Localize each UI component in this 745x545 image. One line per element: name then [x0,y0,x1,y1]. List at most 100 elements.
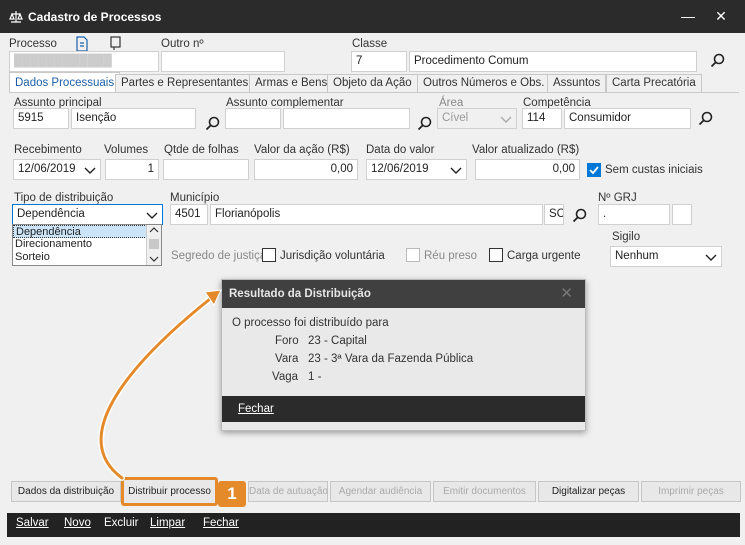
municipio-uf-input[interactable]: SC [544,204,564,225]
reu-preso-checkbox [406,248,420,262]
resultado-distribuicao-dialog: Resultado da Distribuição ✕ O processo f… [221,279,586,431]
qtde-folhas-label: Qtde de folhas [164,144,239,156]
window-title: Cadastro de Processos [28,10,162,24]
area-value: Cível [442,112,469,124]
classe-desc-input[interactable]: Procedimento Comum [409,51,697,72]
grj-input[interactable]: . [598,204,670,225]
municipio-label: Município [170,192,220,204]
sigilo-select[interactable]: Nenhum [610,246,722,267]
tab-armas-bens[interactable]: Armas e Bens [249,74,334,92]
option-sorteio[interactable]: Sorteio [13,251,161,264]
grj-digit-input[interactable] [672,204,692,225]
outro-numero-label: Outro nº [161,38,204,50]
area-select: Cível [437,108,517,129]
tab-objeto-acao[interactable]: Objeto da Ação [327,74,418,92]
valor-acao-label: Valor da ação (R$) [254,144,350,156]
fechar-button[interactable]: Fechar [203,517,239,529]
minimize-button[interactable]: — [677,6,699,26]
assunto-compl-search-icon[interactable] [417,116,433,132]
volumes-label: Volumes [104,144,149,156]
processo-input[interactable]: ████████████ [9,51,159,72]
vara-label: Vara [275,353,299,365]
dropdown-scrollbar[interactable] [146,225,161,265]
tab-partes[interactable]: Partes e Representantes [115,74,255,92]
scroll-thumb[interactable] [149,239,159,249]
jurisdicao-voluntaria-checkbox[interactable] [262,248,276,262]
sem-custas-checkbox[interactable] [587,163,601,177]
chevron-down-icon [146,212,158,219]
chevron-down-icon [149,256,159,262]
qtde-folhas-input[interactable] [163,159,249,180]
document-icon[interactable] [74,36,90,52]
valor-acao-input[interactable]: 0,00 [254,159,358,180]
excluir-button[interactable]: Excluir [104,517,139,529]
dados-distribuicao-button[interactable]: Dados da distribuição [11,481,121,502]
municipio-code-input[interactable]: 4501 [170,204,208,225]
classe-code-input[interactable]: 7 [351,51,407,72]
reu-preso-label: Réu preso [424,250,478,262]
dialog-footer: Fechar [222,396,585,422]
vaga-value: 1 - [308,371,322,383]
agendar-audiencia-button: Agendar audiência [330,481,431,502]
carga-urgente-label: Carga urgente [507,250,581,262]
step-callout-badge: 1 [218,481,246,507]
app-scales-icon [9,11,23,23]
close-window-button[interactable]: ✕ [710,6,732,26]
imprimir-pecas-button: Imprimir peças [641,481,741,502]
salvar-button[interactable]: Salvar [16,517,49,529]
tab-outros-numeros[interactable]: Outros Números e Obs. [417,74,551,92]
dialog-title: Resultado da Distribuição [222,280,585,308]
novo-button[interactable]: Novo [64,517,91,529]
segredo-justica-label: Segredo de justiça [171,250,267,262]
tipo-distribuicao-dropdown: Dependência Direcionamento Sorteio [12,224,162,266]
assunto-compl-code-input[interactable] [225,108,281,129]
classe-search-icon[interactable] [710,53,726,69]
tab-dados-processuais[interactable]: Dados Processuais [9,72,121,93]
dialog-close-icon[interactable]: ✕ [560,280,573,308]
assunto-compl-desc-input[interactable] [283,108,410,129]
vaga-label: Vaga [272,371,299,383]
chevron-down-icon [84,167,96,174]
chevron-down-icon [705,254,717,261]
outro-numero-input[interactable] [161,51,285,72]
processo-label: Processo [9,38,57,50]
chevron-down-icon [500,116,512,123]
tipo-distribuicao-label: Tipo de distribuição [14,192,114,204]
emitir-documentos-button: Emitir documentos [433,481,536,502]
note-icon[interactable] [108,35,124,51]
sigilo-value: Nenhum [615,250,659,262]
assunto-search-icon[interactable] [205,116,221,132]
option-dependencia[interactable]: Dependência [13,225,161,238]
carga-urgente-checkbox[interactable] [489,248,503,262]
assunto-code-input[interactable]: 5915 [13,108,69,129]
foro-value: 23 - Capital [308,335,367,347]
competencia-search-icon[interactable] [698,111,714,127]
municipio-search-icon[interactable] [572,208,588,224]
distribuir-processo-button[interactable]: Distribuir processo [121,477,218,506]
assunto-desc-input[interactable]: Isenção [71,108,196,129]
limpar-button[interactable]: Limpar [150,517,185,529]
competencia-desc-input[interactable]: Consumidor [564,108,691,129]
tab-carta-precatoria[interactable]: Carta Precatória [606,74,702,92]
data-valor-value: 12/06/2019 [371,163,429,175]
volumes-input[interactable]: 1 [105,159,159,180]
tab-assuntos[interactable]: Assuntos [547,74,607,92]
municipio-desc-input[interactable]: Florianópolis [210,204,543,225]
sem-custas-label: Sem custas iniciais [605,164,703,176]
option-direcionamento[interactable]: Direcionamento [13,238,161,251]
sigilo-label: Sigilo [612,231,641,243]
data-autuacao-button: Data de autuação [248,481,328,502]
bottom-toolbar: Salvar Novo Excluir Limpar Fechar [7,513,740,537]
dialog-fechar-button[interactable]: Fechar [238,403,274,415]
vara-value: 23 - 3ª Vara da Fazenda Pública [308,353,474,365]
competencia-code-input[interactable]: 114 [522,108,562,129]
tipo-distribuicao-value: Dependência [17,208,85,220]
grj-label: Nº GRJ [598,192,637,204]
foro-label: Foro [275,335,299,347]
recebimento-date-picker[interactable]: 12/06/2019 [13,159,101,180]
digitalizar-pecas-button[interactable]: Digitalizar peças [538,481,639,502]
data-valor-date-picker[interactable]: 12/06/2019 [366,159,467,180]
valor-atual-input[interactable]: 0,00 [475,159,580,180]
valor-atual-label: Valor atualizado (R$) [472,144,580,156]
tipo-distribuicao-select[interactable]: Dependência [12,204,163,225]
